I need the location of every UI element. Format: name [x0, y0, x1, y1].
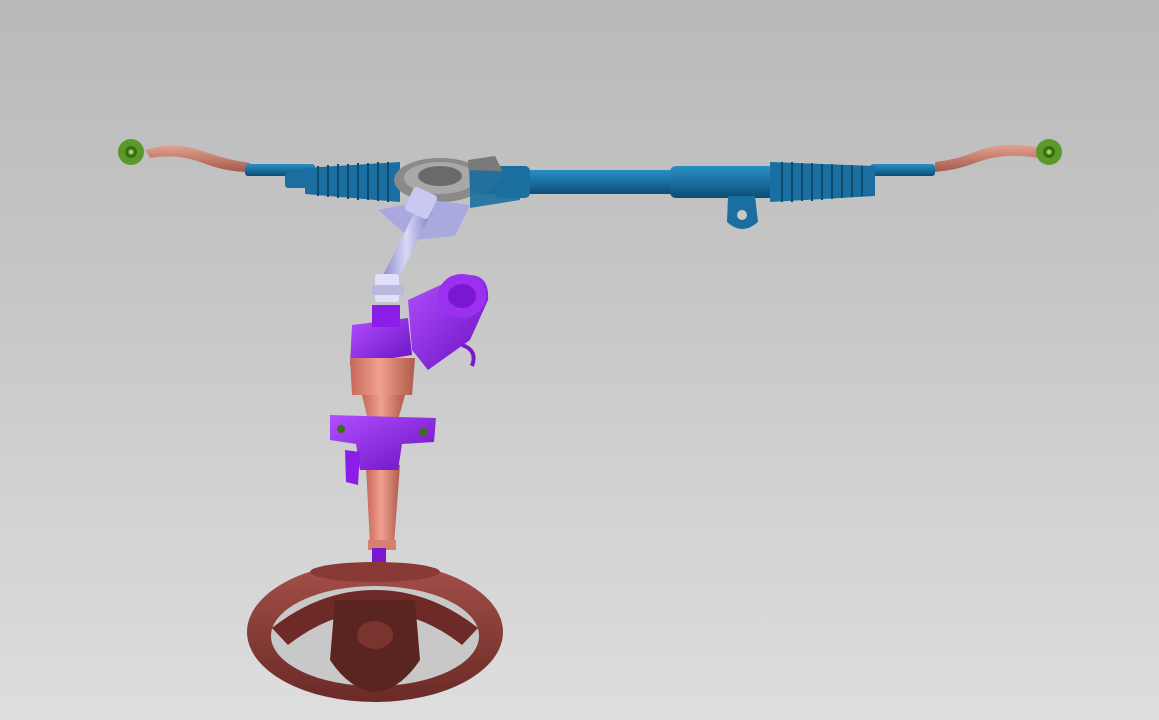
cad-viewport[interactable] [0, 0, 1159, 720]
eps-motor [408, 274, 489, 370]
right-tie-rod [935, 144, 1040, 172]
left-tie-rod [145, 145, 250, 172]
right-boot [770, 162, 875, 202]
right-tie-rod-end [1036, 139, 1062, 165]
steering-assembly-model [118, 139, 1062, 702]
intermediate-shaft [372, 187, 437, 302]
left-boot [305, 162, 400, 202]
left-tie-rod-end [118, 139, 144, 165]
steering-wheel [247, 562, 503, 702]
